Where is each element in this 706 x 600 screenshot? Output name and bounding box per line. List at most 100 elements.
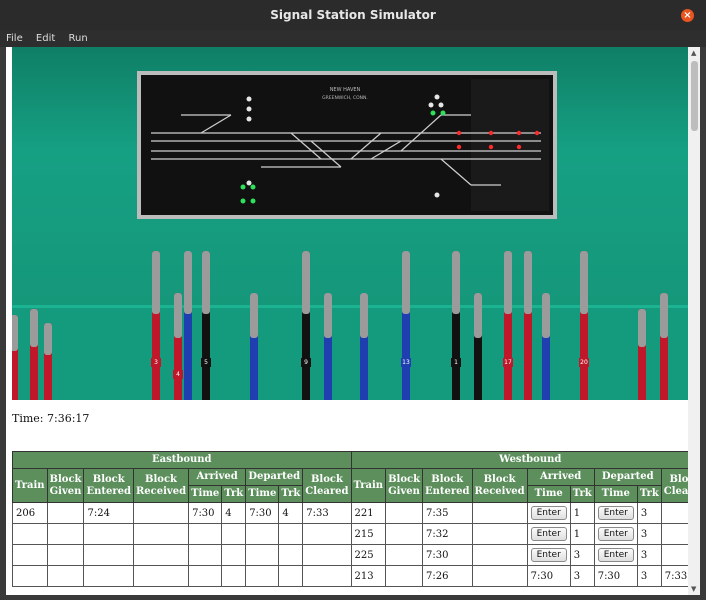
track-diagram: NEW HAVEN GREENWICH, CONN. <box>141 75 553 215</box>
cell-e-cleared: 7:33 <box>302 502 352 524</box>
col-block-entered: Block Entered <box>83 468 134 503</box>
menu-edit[interactable]: Edit <box>30 30 59 47</box>
enter-button[interactable]: Enter <box>530 548 567 562</box>
close-icon[interactable]: × <box>681 9 694 22</box>
cell-e-entered <box>83 523 134 545</box>
cell-e-dep_trk <box>278 565 304 587</box>
lever-number-tag: 3 <box>151 358 161 367</box>
cell-w-given <box>385 565 424 587</box>
lever[interactable] <box>30 309 38 400</box>
cell-w-entered: 7:35 <box>422 502 473 524</box>
board-subheader: GREENWICH, CONN. <box>322 95 368 101</box>
cell-e-arr_time <box>188 565 223 587</box>
lever[interactable] <box>184 251 192 400</box>
cell-e-dep_trk <box>278 523 304 545</box>
cell-e-train <box>12 523 48 545</box>
lever-handle[interactable] <box>12 315 18 351</box>
enter-button[interactable]: Enter <box>597 527 634 541</box>
cell-w-arr_time: Enter <box>526 544 571 566</box>
col-block-received: Block Received <box>132 468 190 503</box>
lever[interactable] <box>542 293 550 400</box>
lever-handle[interactable] <box>324 293 332 338</box>
cell-e-received <box>132 502 190 524</box>
cell-w-dep_time: Enter <box>593 502 638 524</box>
enter-button[interactable]: Enter <box>530 527 567 541</box>
lever[interactable] <box>452 251 460 400</box>
time-value: 7:36:17 <box>47 412 90 425</box>
lever-handle[interactable] <box>660 293 668 338</box>
menu-file[interactable]: File <box>0 30 27 47</box>
lever-handle[interactable] <box>184 251 192 314</box>
lever[interactable] <box>402 251 410 400</box>
register-body: 206 7:24 7:30 4 7:30 4 7:33 221 7:35 Enter 1 Enter 3… <box>12 502 700 587</box>
lever-handle[interactable] <box>360 293 368 338</box>
cell-w-arr_time: 7:30 <box>526 565 571 587</box>
scroll-down-icon[interactable]: ▼ <box>691 585 696 593</box>
lever[interactable] <box>360 293 368 400</box>
lever[interactable] <box>250 293 258 400</box>
lever[interactable] <box>474 293 482 400</box>
cell-e-given <box>46 544 85 566</box>
lever-handle[interactable] <box>152 251 160 314</box>
menu-run[interactable]: Run <box>62 30 91 47</box>
lever-handle[interactable] <box>524 251 532 314</box>
scroll-up-icon[interactable]: ▲ <box>691 49 696 57</box>
col-train-w: Train <box>350 468 387 503</box>
cell-w-train: 225 <box>350 544 387 566</box>
title-bar: Signal Station Simulator × <box>0 0 706 30</box>
lever[interactable] <box>638 309 646 400</box>
enter-button[interactable]: Enter <box>597 548 634 562</box>
lever-handle[interactable] <box>638 309 646 347</box>
cell-w-arr_trk: 1 <box>569 502 595 524</box>
vertical-scrollbar[interactable]: ▲ ▼ <box>688 47 700 595</box>
lever-handle[interactable] <box>474 293 482 338</box>
col-arrived: Arrived <box>188 468 247 486</box>
cell-w-received <box>471 502 528 524</box>
lever[interactable] <box>202 251 210 400</box>
signal-box-scene: NEW HAVEN GREENWICH, CONN. 3 4 5 9 13 1 17 20 <box>12 47 688 400</box>
lever-handle[interactable] <box>30 309 38 347</box>
lever-handle[interactable] <box>302 251 310 314</box>
lever[interactable] <box>524 251 532 400</box>
cell-e-cleared <box>302 565 352 587</box>
cell-w-arr_trk: 3 <box>569 544 595 566</box>
table-row: 225 7:30 Enter 3 Enter 3 <box>12 544 700 566</box>
lever[interactable] <box>302 251 310 400</box>
cell-e-train: 206 <box>12 502 48 524</box>
cell-w-given <box>385 502 424 524</box>
col-dep-time-w: Time <box>593 485 638 503</box>
cell-w-arr_trk: 3 <box>569 565 595 587</box>
col-dep-trk-w: Trk <box>636 485 662 503</box>
cell-e-cleared <box>302 523 352 545</box>
lever-handle[interactable] <box>250 293 258 338</box>
lever-handle[interactable] <box>504 251 512 314</box>
enter-button[interactable]: Enter <box>530 506 567 520</box>
lever-handle[interactable] <box>452 251 460 314</box>
cell-e-arr_trk: 4 <box>221 502 247 524</box>
lever[interactable] <box>324 293 332 400</box>
lever[interactable] <box>152 251 160 400</box>
col-arrived-w: Arrived <box>526 468 595 486</box>
lever[interactable] <box>44 323 52 400</box>
col-departed: Departed <box>245 468 304 486</box>
lever-handle[interactable] <box>402 251 410 314</box>
lever[interactable] <box>660 293 668 400</box>
lever-handle[interactable] <box>174 293 182 338</box>
cell-w-train: 221 <box>350 502 387 524</box>
cell-e-arr_trk <box>221 523 247 545</box>
lever[interactable] <box>580 251 588 400</box>
lever-handle[interactable] <box>542 293 550 338</box>
lever[interactable] <box>12 315 18 400</box>
lever-handle[interactable] <box>44 323 52 355</box>
lever-handle[interactable] <box>202 251 210 314</box>
col-departed-w: Departed <box>593 468 662 486</box>
lever[interactable] <box>504 251 512 400</box>
cell-e-entered <box>83 544 134 566</box>
lever-handle[interactable] <box>580 251 588 314</box>
enter-button[interactable]: Enter <box>597 506 634 520</box>
cell-e-cleared <box>302 544 352 566</box>
lever[interactable] <box>174 293 182 400</box>
scroll-thumb[interactable] <box>691 61 698 131</box>
col-block-given: Block Given <box>46 468 85 503</box>
lever-number-tag: 9 <box>301 358 311 367</box>
